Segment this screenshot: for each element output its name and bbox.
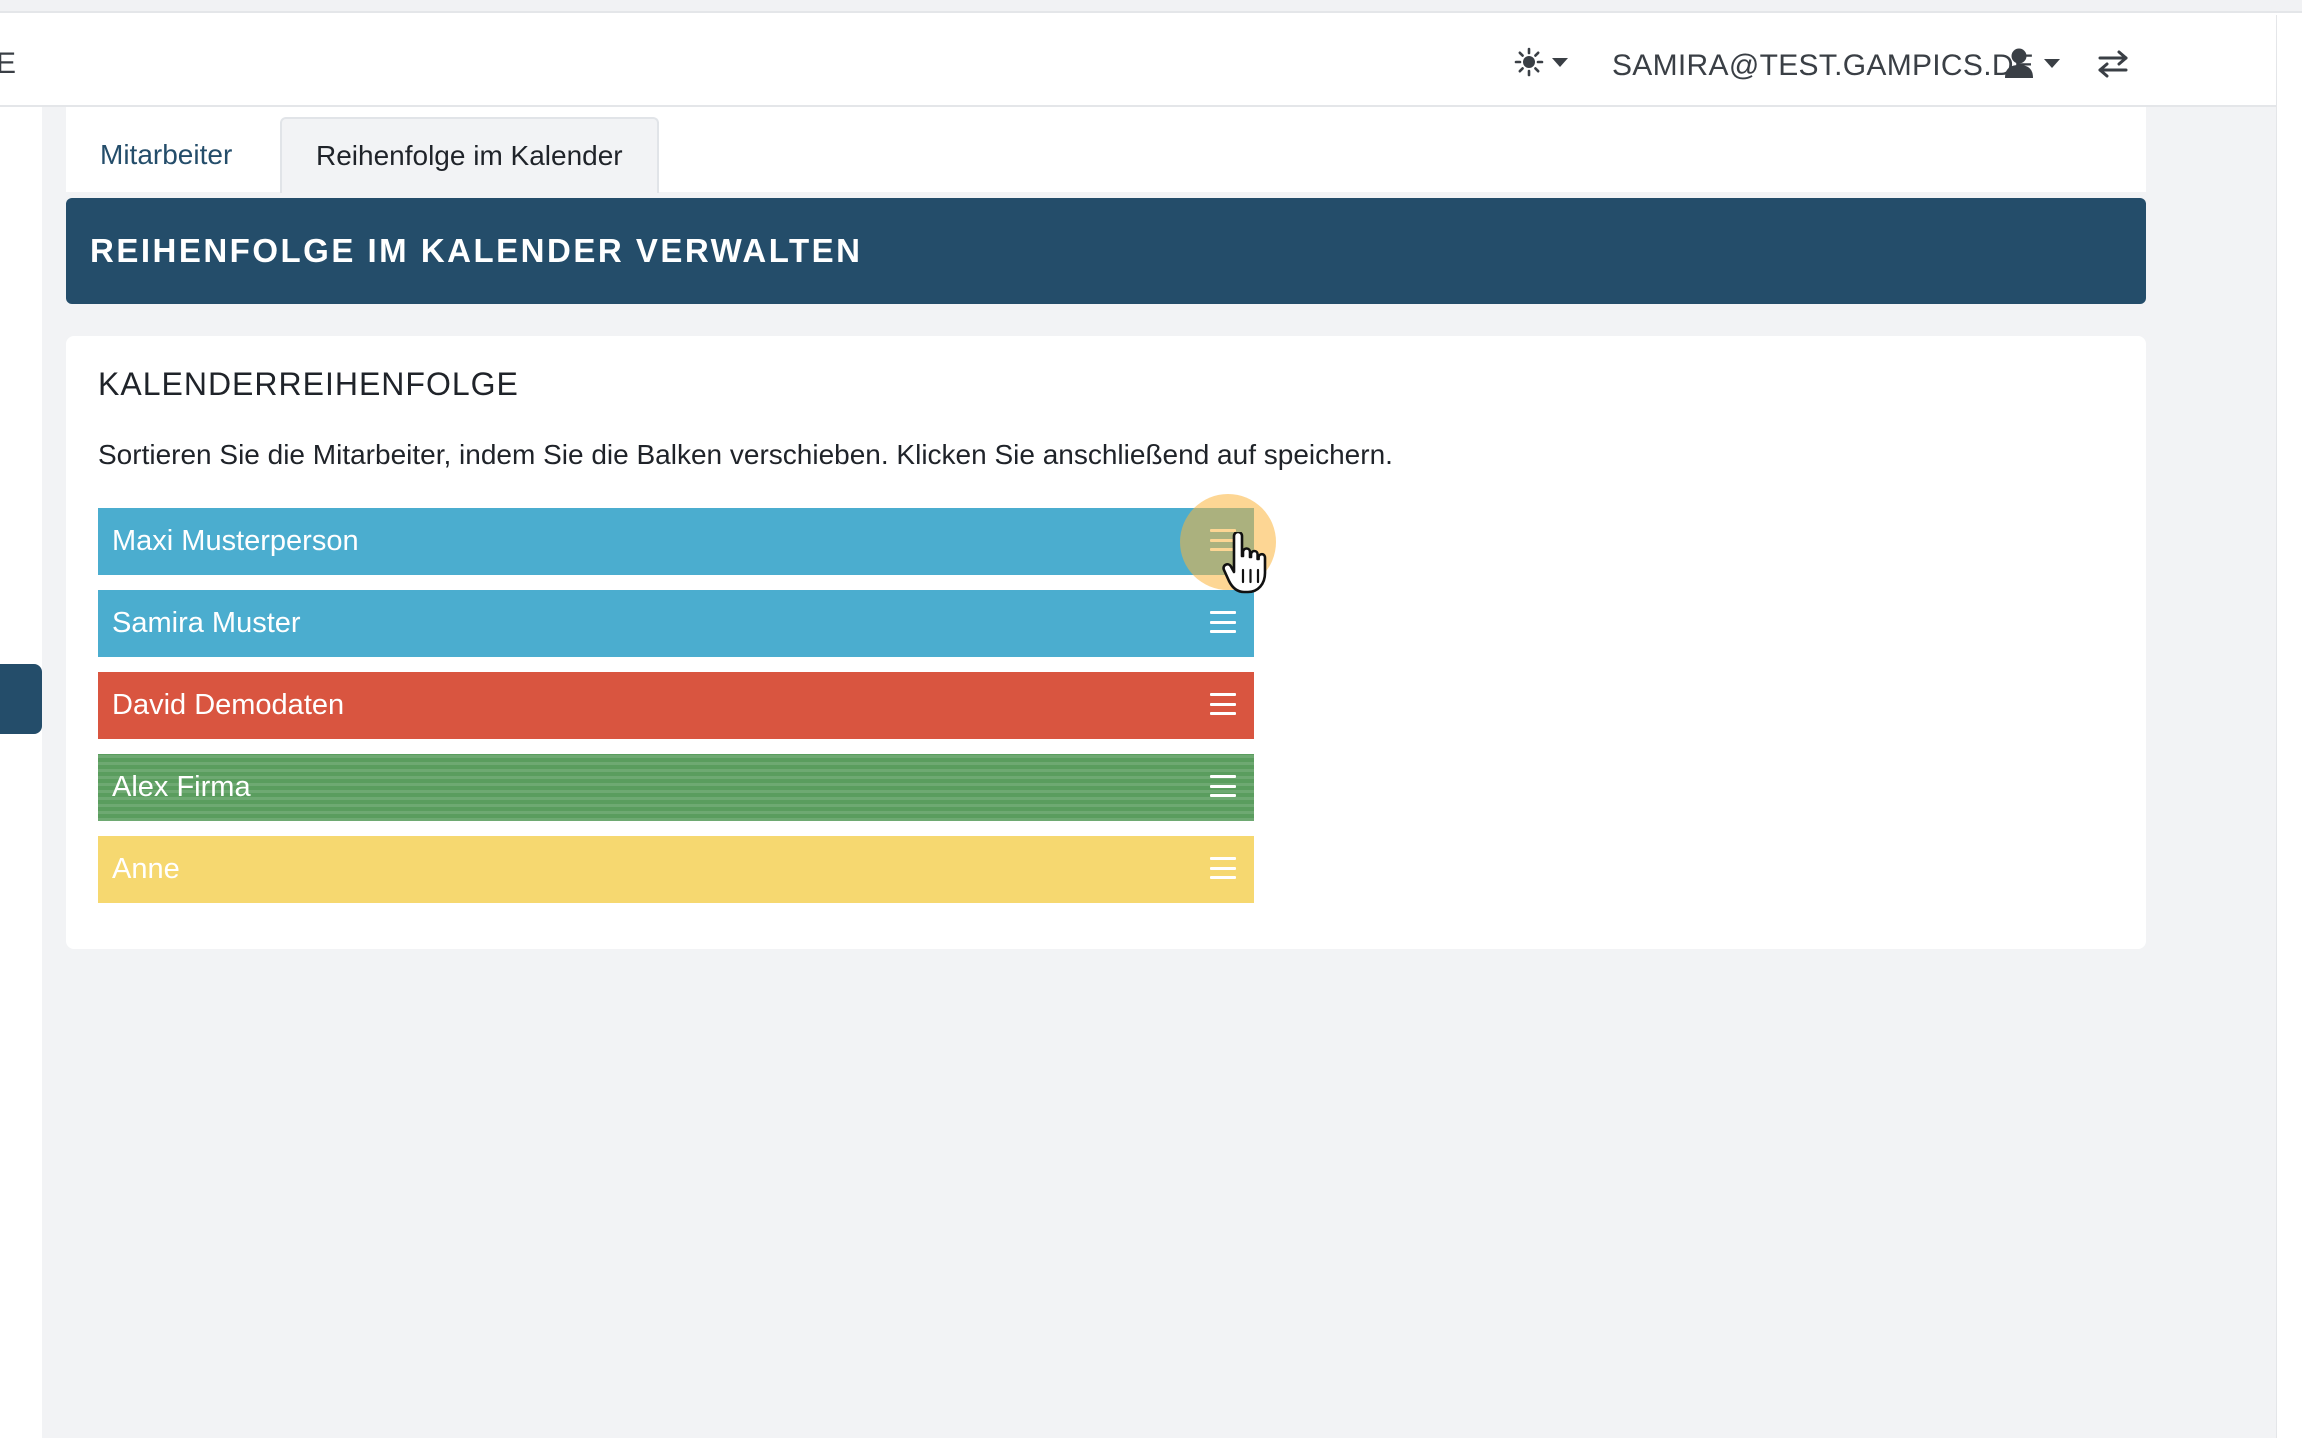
theme-toggle-button[interactable] xyxy=(1514,47,1568,77)
sortable-item-alex-firma[interactable]: Alex Firma xyxy=(98,754,1254,821)
sortable-item-david-demodaten[interactable]: David Demodaten xyxy=(98,672,1254,739)
employee-name: David Demodaten xyxy=(112,689,345,721)
user-menu-button[interactable] xyxy=(2004,47,2060,79)
sortable-item-maxi-musterperson[interactable]: Maxi Musterperson xyxy=(98,508,1254,575)
card-title: KALENDERREIHENFOLGE xyxy=(98,366,519,402)
employee-name: Alex Firma xyxy=(112,771,251,803)
chevron-down-icon xyxy=(1552,57,1568,67)
tab-mitarbeiter[interactable]: Mitarbeiter xyxy=(66,117,266,193)
drag-handle-icon[interactable] xyxy=(1210,611,1236,633)
page-title: REIHENFOLGE IM KALENDER VERWALTEN xyxy=(90,232,863,269)
sortable-employee-list: Maxi Musterperson Samira Muster David De… xyxy=(98,508,1254,918)
page-header-banner: REIHENFOLGE IM KALENDER VERWALTEN xyxy=(66,198,2146,304)
tabs-bar: Mitarbeiter Reihenfolge im Kalender xyxy=(66,107,2146,193)
tab-reihenfolge-im-kalender[interactable]: Reihenfolge im Kalender xyxy=(280,117,659,193)
drag-handle-icon[interactable] xyxy=(1210,857,1236,879)
employee-name: Maxi Musterperson xyxy=(112,525,359,557)
user-email: SAMIRA@TEST.GAMPICS.DE xyxy=(1612,49,2035,82)
card-description: Sortieren Sie die Mitarbeiter, indem Sie… xyxy=(98,439,1393,470)
chevron-down-icon xyxy=(2044,58,2060,68)
sun-icon xyxy=(1514,47,1544,77)
user-icon xyxy=(2005,48,2033,78)
sortable-item-anne[interactable]: Anne xyxy=(98,836,1254,903)
scrollbar-track[interactable] xyxy=(2276,15,2302,1438)
drag-handle-icon[interactable] xyxy=(1210,693,1236,715)
switch-account-button[interactable] xyxy=(2096,49,2130,84)
top-navbar: E SAMIRA@TEST.GAMPICS.DE xyxy=(0,15,2276,107)
sortable-item-samira-muster[interactable]: Samira Muster xyxy=(98,590,1254,657)
calendar-order-card: KALENDERREIHENFOLGE Sortieren Sie die Mi… xyxy=(66,336,2146,949)
employee-name: Anne xyxy=(112,853,180,885)
employee-name: Samira Muster xyxy=(112,607,301,639)
browser-top-strip xyxy=(0,0,2302,13)
brand-fragment: E xyxy=(0,47,17,80)
swap-arrows-icon xyxy=(2098,50,2128,78)
drag-handle-icon[interactable] xyxy=(1210,775,1236,797)
sidebar-active-item[interactable] xyxy=(0,664,42,734)
sidebar xyxy=(0,107,42,1438)
drag-handle-icon[interactable] xyxy=(1210,529,1236,551)
